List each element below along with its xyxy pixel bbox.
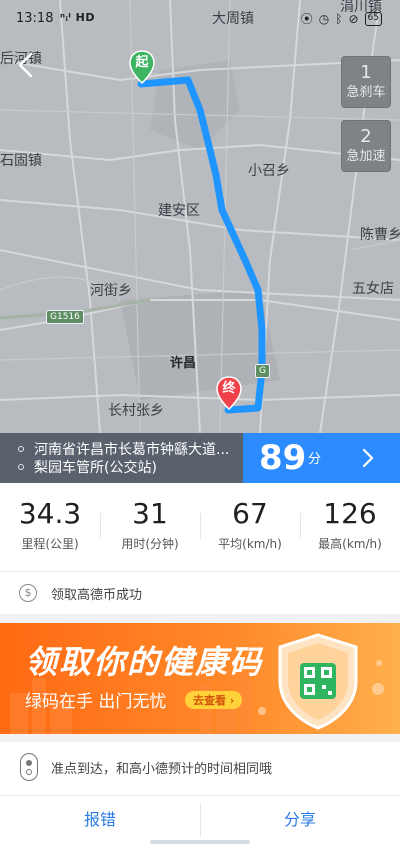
hard-accel-label: 急加速	[346, 149, 386, 164]
coin-reward-text: 领取高德币成功	[51, 587, 143, 603]
hard-brake-label: 急刹车	[346, 85, 386, 100]
driving-score-unit: 分	[308, 452, 322, 467]
alarm-icon: ◷	[318, 11, 330, 26]
stat-duration-value: 31	[132, 497, 168, 530]
stat-max-speed-value: 126	[323, 497, 377, 530]
trip-origin: 河南省许昌市长葛市钟繇大道...	[34, 442, 230, 458]
stat-average-speed-value: 67	[232, 497, 268, 530]
trip-destination-row: 梨园车管所(公交站)	[18, 458, 229, 476]
map-base	[0, 0, 400, 433]
origin-dot-icon	[18, 446, 24, 452]
eta-message-row: 准点到达，和高小德预计的时间相同哦	[0, 742, 400, 792]
map-label-jianan: 建安区	[158, 203, 200, 219]
trip-stats: 34.3 里程(公里) 31 用时(分钟) 67 平均(km/h) 126 最高…	[0, 483, 400, 571]
traffic-light-icon	[20, 753, 38, 781]
home-indicator	[150, 840, 250, 844]
banner-view-button[interactable]: 去查看 ›	[185, 691, 243, 709]
trip-destination: 梨园车管所(公交站)	[34, 460, 157, 476]
section-gap	[0, 614, 400, 623]
hard-brake-button[interactable]: 1 急刹车	[341, 56, 391, 108]
map-label-shigu: 石固镇	[0, 153, 42, 169]
trip-route-bar[interactable]: 河南省许昌市长葛市钟繇大道... 梨园车管所(公交站) 89 分	[0, 433, 400, 483]
shield-qr-icon	[278, 633, 358, 730]
coin-reward-row[interactable]: $ 领取高德币成功	[0, 572, 400, 614]
section-gap-2	[0, 734, 400, 742]
hard-brake-count: 1	[360, 62, 372, 83]
eta-message: 准点到达，和高小德预计的时间相同哦	[51, 761, 273, 777]
route-map[interactable]: 大周镇 涓川镇 后河镇 石固镇 小召乡 建安区 陈曹乡 河街乡 五女店 许昌 长…	[0, 0, 400, 433]
share-button[interactable]: 分享	[200, 796, 400, 844]
trip-origin-row: 河南省许昌市长葛市钟繇大道...	[18, 440, 229, 458]
driving-score: 89	[259, 438, 307, 478]
map-label-changcun: 长村张乡	[108, 403, 164, 419]
battery-icon: 65	[364, 11, 382, 26]
stat-max-speed-label: 最高(km/h)	[318, 537, 382, 551]
stat-distance-label: 里程(公里)	[21, 537, 79, 551]
hard-accel-count: 2	[360, 126, 372, 147]
stat-duration-label: 用时(分钟)	[121, 537, 179, 551]
start-marker-label: 起	[135, 55, 149, 70]
map-label-xuchang: 许昌	[170, 356, 197, 371]
bluetooth-icon: ᛒ	[335, 11, 343, 26]
road-badge-g1516: G1516	[46, 310, 84, 324]
map-label-chencao: 陈曹乡	[360, 227, 400, 243]
mute-icon: ⊘	[348, 11, 359, 26]
status-bar: 13:18 ⁿᵢˡ HD ⦿ ◷ ᛒ ⊘ 65	[0, 0, 400, 36]
driving-score-button[interactable]: 89 分	[243, 433, 400, 483]
trip-endpoints: 河南省许昌市长葛市钟繇大道... 梨园车管所(公交站)	[18, 440, 229, 476]
chevron-left-icon	[18, 52, 33, 78]
stat-average-speed-label: 平均(km/h)	[218, 537, 282, 551]
map-label-hejie: 河街乡	[90, 283, 132, 299]
bottom-action-bar: 报错 分享	[0, 795, 400, 844]
stat-max-speed: 126 最高(km/h)	[300, 483, 400, 571]
health-code-banner[interactable]: 领取你的健康码 绿码在手 出门无忧 去查看 ›	[0, 623, 400, 734]
destination-dot-icon	[18, 464, 24, 470]
start-marker[interactable]: 起	[129, 50, 155, 85]
report-error-button[interactable]: 报错	[0, 796, 200, 844]
signal-icon: ⁿᵢˡ HD	[60, 11, 96, 24]
chevron-right-icon	[362, 448, 374, 468]
banner-title: 领取你的健康码	[25, 643, 264, 681]
map-label-xiaozhao: 小召乡	[248, 163, 290, 179]
end-marker-label: 终	[222, 381, 236, 396]
hard-accel-button[interactable]: 2 急加速	[341, 120, 391, 172]
stat-duration: 31 用时(分钟)	[100, 483, 200, 571]
status-right-icons: ⦿ ◷ ᛒ ⊘ 65	[301, 10, 382, 27]
status-time: 13:18	[16, 11, 54, 26]
coin-icon: $	[19, 584, 37, 602]
end-marker[interactable]: 终	[216, 376, 242, 411]
stat-distance: 34.3 里程(公里)	[0, 483, 100, 571]
stat-average-speed: 67 平均(km/h)	[200, 483, 300, 571]
location-icon: ⦿	[300, 12, 313, 26]
back-button[interactable]	[14, 50, 38, 80]
banner-subtitle: 绿码在手 出门无忧	[25, 692, 167, 712]
road-badge-local: G	[255, 364, 270, 378]
map-label-wunu: 五女店	[352, 281, 394, 297]
stat-distance-value: 34.3	[18, 497, 82, 530]
